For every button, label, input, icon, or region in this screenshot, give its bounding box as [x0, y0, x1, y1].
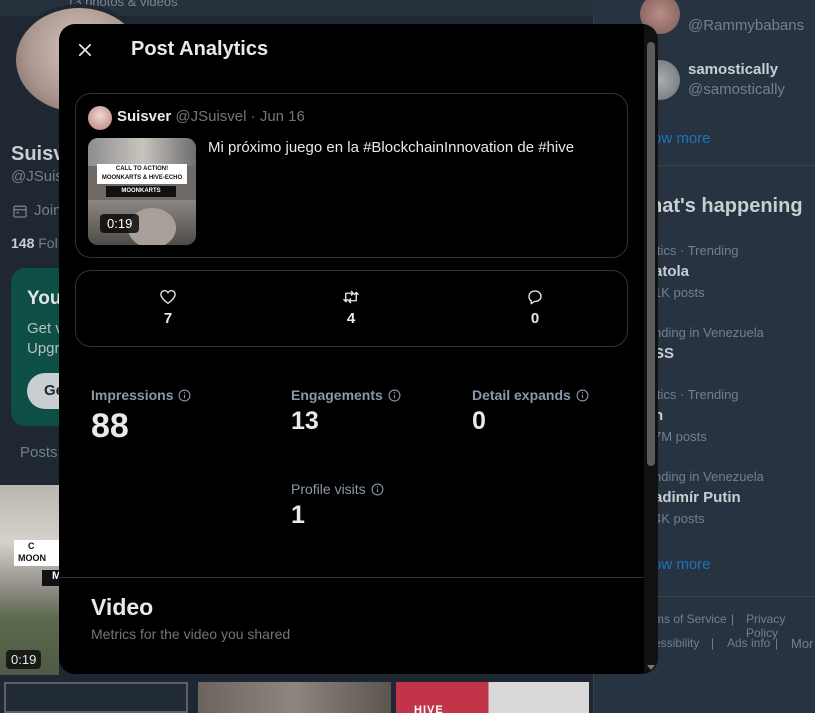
modal-header: Post Analytics	[59, 24, 644, 76]
joined-label: Join	[34, 202, 62, 219]
avatar[interactable]	[88, 106, 112, 130]
heart-icon	[160, 289, 176, 305]
footer-separator: |	[711, 636, 715, 650]
info-icon[interactable]	[178, 389, 191, 402]
profile-visits-metric: Profile visits 1	[291, 481, 384, 530]
reply-icon	[528, 290, 542, 305]
profile-visits-label: Profile visits	[291, 481, 366, 497]
tweet-author-name[interactable]: Suisver	[117, 108, 171, 125]
tweet-header: Suisver @JSuisvel · Jun 16	[117, 108, 305, 125]
engagement-stats-card: 7 4 0	[75, 270, 628, 347]
footer-separator: |	[731, 612, 735, 626]
repost-icon	[343, 290, 359, 304]
show-more-link[interactable]: ow more	[653, 130, 711, 147]
footer-link[interactable]: Ads info	[727, 636, 770, 650]
profile-follow-counts[interactable]: 148 Fol	[11, 235, 58, 251]
trend-meta: itics · Trending	[654, 387, 739, 402]
impressions-value: 88	[91, 407, 129, 445]
trend-count: 4K posts	[654, 511, 705, 526]
engagements-value: 13	[291, 407, 319, 435]
sidebar-user-handle: @samostically	[688, 81, 785, 98]
video-section-title: Video	[91, 594, 154, 620]
grid-duration: 0:19	[6, 650, 42, 669]
tweet-text: Mi próximo juego en la #BlockchainInnova…	[208, 139, 575, 156]
tweet-preview-card[interactable]: Suisver @JSuisvel · Jun 16 CALL TO ACTIO…	[75, 93, 628, 258]
info-icon[interactable]	[371, 483, 384, 496]
video-duration: 0:19	[100, 214, 140, 233]
detail-expands-metric: Detail expands 0	[472, 387, 589, 436]
impressions-label: Impressions	[91, 387, 174, 403]
sidebar-user-handle: @Rammybabans	[688, 17, 805, 34]
premium-text: Get v Upgr	[27, 320, 63, 357]
engagements-metric: Engagements 13	[291, 387, 401, 436]
footer-link[interactable]: Mor	[791, 636, 813, 651]
scroll-down-arrow-icon[interactable]	[647, 665, 655, 670]
footer-link[interactable]: ms of Service	[654, 612, 727, 626]
media-grid-item[interactable]	[198, 682, 391, 713]
premium-title: You	[27, 288, 62, 309]
grid-text-c: C	[28, 541, 35, 551]
replies-count: 0	[530, 310, 540, 327]
media-grid-item[interactable]: HIVE	[396, 682, 589, 713]
profile-handle: @JSuis	[11, 168, 63, 185]
info-icon[interactable]	[388, 389, 401, 402]
show-more-link[interactable]: ow more	[653, 556, 711, 573]
scrollbar-thumb[interactable]	[647, 42, 655, 466]
media-grid-item[interactable]: C MOON M 0:19	[0, 485, 59, 675]
calendar-icon	[13, 205, 27, 218]
sidebar-user-name: samostically	[688, 61, 779, 78]
footer-separator: |	[775, 636, 779, 650]
followers-label: Fol	[38, 235, 58, 251]
footer-link[interactable]: essibility	[654, 636, 699, 650]
followers-count: 148	[11, 235, 35, 251]
trend-meta: itics · Trending	[654, 243, 739, 258]
tweet-author-handle[interactable]: @JSuisvel	[175, 108, 246, 125]
video-thumbnail[interactable]: CALL TO ACTION! MOONKARTS & HIVE-ECHO MO…	[88, 138, 196, 245]
info-icon[interactable]	[576, 389, 589, 402]
profile-visits-value: 1	[291, 501, 305, 529]
thumbnail-label: MOONKARTS	[106, 186, 176, 197]
profile-name: Suisv	[11, 143, 65, 165]
trend-count: 7M posts	[654, 429, 707, 444]
engagements-label: Engagements	[291, 387, 383, 403]
likes-stat: 7	[148, 288, 188, 327]
tweet-separator: ·	[250, 108, 256, 125]
sidebar-user[interactable]: @Rammybabans	[688, 17, 804, 34]
sidebar-user[interactable]: samostically @samostically	[688, 61, 785, 98]
replies-stat: 0	[515, 288, 555, 327]
profile-joined: Join	[12, 202, 62, 219]
likes-count: 7	[163, 310, 173, 327]
reposts-stat: 4	[331, 288, 371, 327]
close-button[interactable]	[69, 34, 101, 66]
post-analytics-modal: Post Analytics Suisver @JSuisvel · Jun 1…	[59, 24, 658, 674]
modal-scrollbar[interactable]	[644, 24, 658, 674]
modal-title: Post Analytics	[131, 38, 269, 60]
whats-happening-title: hat's happening	[650, 195, 803, 217]
detail-expands-value: 0	[472, 407, 486, 435]
grid-text-moon: MOON	[18, 553, 46, 563]
media-grid-item[interactable]	[4, 682, 188, 713]
tab-posts[interactable]: Posts	[20, 444, 58, 461]
trend-count: 1K posts	[654, 285, 705, 300]
grid-hive-label: HIVE	[414, 704, 444, 713]
reposts-count: 4	[346, 310, 356, 327]
trend-name[interactable]: adimír Putin	[654, 489, 741, 506]
trend-meta: nding in Venezuela	[654, 325, 764, 340]
impressions-metric: Impressions 88	[91, 387, 191, 446]
detail-expands-label: Detail expands	[472, 387, 571, 403]
grid-text-m: M	[42, 570, 59, 586]
section-divider	[59, 577, 644, 578]
tweet-date[interactable]: Jun 16	[260, 108, 305, 125]
trend-meta: nding in Venezuela	[654, 469, 764, 484]
thumbnail-banner: CALL TO ACTION! MOONKARTS & HIVE-ECHO	[97, 164, 187, 184]
video-section-subtitle: Metrics for the video you shared	[91, 626, 291, 642]
close-icon	[78, 43, 92, 57]
trend-name[interactable]: atola	[654, 263, 689, 280]
